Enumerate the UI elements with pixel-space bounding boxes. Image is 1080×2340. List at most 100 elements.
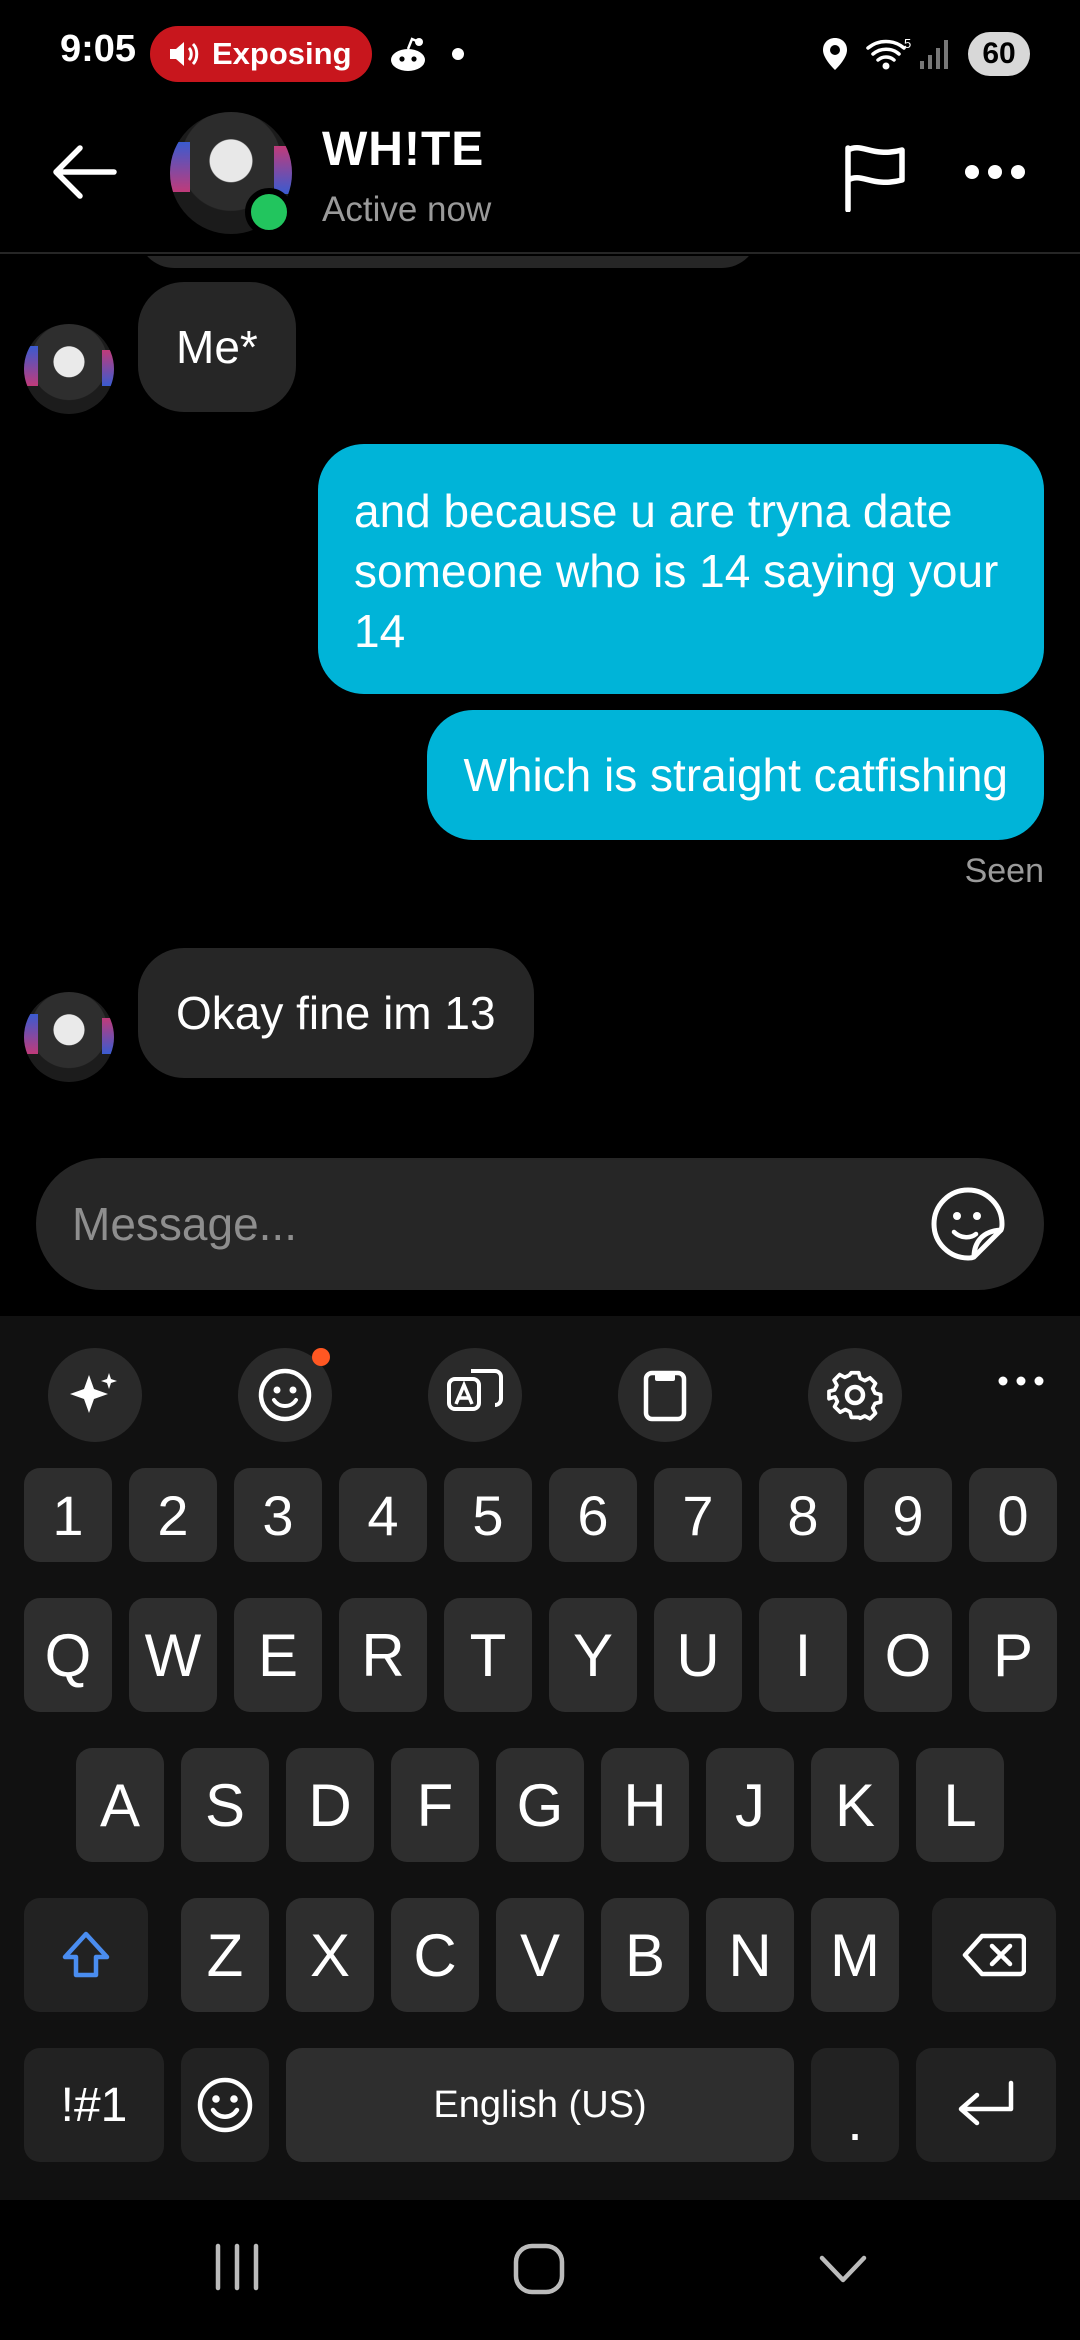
key-u[interactable]: U — [654, 1598, 742, 1712]
on-screen-keyboard: 1 2 3 4 5 6 7 8 9 0 Q W E R T Y U I O P … — [0, 1316, 1080, 2340]
chat-header: WH!TE Active now — [0, 104, 1080, 254]
key-r[interactable]: R — [339, 1598, 427, 1712]
key-q[interactable]: Q — [24, 1598, 112, 1712]
svg-text:5: 5 — [904, 36, 911, 51]
smiley-icon — [258, 1368, 312, 1422]
message-input[interactable] — [72, 1194, 892, 1254]
contact-status: Active now — [322, 190, 492, 229]
key-v[interactable]: V — [496, 1898, 584, 2012]
recent-apps-icon[interactable] — [212, 2242, 262, 2292]
shift-icon — [62, 1931, 110, 1978]
key-h[interactable]: H — [601, 1748, 689, 1862]
more-options-icon[interactable] — [964, 164, 1026, 180]
key-x[interactable]: X — [286, 1898, 374, 2012]
key-m[interactable]: M — [811, 1898, 899, 2012]
reddit-icon — [391, 37, 425, 71]
recording-label: Exposing — [212, 36, 352, 71]
key-c[interactable]: C — [391, 1898, 479, 2012]
key-j[interactable]: J — [706, 1748, 794, 1862]
recording-indicator[interactable]: Exposing — [150, 26, 372, 82]
message-text: and because u are tryna date someone who… — [354, 485, 999, 657]
key-7[interactable]: 7 — [654, 1468, 742, 1562]
translate-button[interactable] — [428, 1348, 522, 1442]
location-icon — [823, 38, 847, 70]
key-g[interactable]: G — [496, 1748, 584, 1862]
gear-icon — [827, 1370, 883, 1421]
key-b[interactable]: B — [601, 1898, 689, 2012]
key-i[interactable]: I — [759, 1598, 847, 1712]
key-f[interactable]: F — [391, 1748, 479, 1862]
battery-indicator: 60 — [968, 32, 1030, 76]
key-1[interactable]: 1 — [24, 1468, 112, 1562]
enter-key[interactable] — [916, 2048, 1056, 2162]
key-d[interactable]: D — [286, 1748, 374, 1862]
ai-tools-button[interactable] — [48, 1348, 142, 1442]
notification-dot — [452, 48, 464, 60]
more-tools-icon[interactable] — [998, 1376, 1044, 1386]
backspace-key[interactable] — [932, 1898, 1056, 2012]
key-y[interactable]: Y — [549, 1598, 637, 1712]
status-bar: 9:05 Exposing 5 60 — [0, 0, 1080, 104]
new-badge — [312, 1348, 330, 1366]
incoming-message-bubble[interactable]: Okay fine im 13 — [138, 948, 534, 1078]
key-k[interactable]: K — [811, 1748, 899, 1862]
message-text: Okay fine im 13 — [176, 987, 496, 1039]
sparkle-icon — [70, 1373, 117, 1413]
backspace-icon — [962, 1933, 1026, 1977]
emoji-key[interactable] — [181, 2048, 269, 2162]
key-t[interactable]: T — [444, 1598, 532, 1712]
key-z[interactable]: Z — [181, 1898, 269, 2012]
key-3[interactable]: 3 — [234, 1468, 322, 1562]
translate-icon — [447, 1369, 503, 1411]
status-icons: 5 60 — [820, 26, 1030, 82]
key-l[interactable]: L — [916, 1748, 1004, 1862]
space-key[interactable]: English (US) — [286, 2048, 794, 2162]
outgoing-message-bubble[interactable]: Which is straight catfishing — [427, 710, 1044, 840]
wifi-icon: 5 — [866, 36, 911, 70]
key-6[interactable]: 6 — [549, 1468, 637, 1562]
key-p[interactable]: P — [969, 1598, 1057, 1712]
incoming-message-bubble[interactable]: Me* — [138, 282, 296, 412]
signal-icon — [920, 40, 948, 69]
key-w[interactable]: W — [129, 1598, 217, 1712]
contact-name[interactable]: WH!TE — [322, 122, 484, 177]
previous-message-bubble — [138, 256, 758, 268]
enter-icon — [958, 2080, 1014, 2126]
key-4[interactable]: 4 — [339, 1468, 427, 1562]
key-e[interactable]: E — [234, 1598, 322, 1712]
sender-avatar[interactable] — [24, 992, 114, 1082]
keyboard-settings-button[interactable] — [808, 1348, 902, 1442]
shift-key[interactable] — [24, 1898, 148, 2012]
key-n[interactable]: N — [706, 1898, 794, 2012]
status-time: 9:05 — [60, 28, 137, 70]
home-icon[interactable] — [512, 2242, 566, 2296]
key-5[interactable]: 5 — [444, 1468, 532, 1562]
key-8[interactable]: 8 — [759, 1468, 847, 1562]
period-key[interactable]: . — [811, 2048, 899, 2162]
key-9[interactable]: 9 — [864, 1468, 952, 1562]
clipboard-button[interactable] — [618, 1348, 712, 1442]
message-list[interactable]: Me* and because u are tryna date someone… — [0, 256, 1080, 1146]
message-text: Me* — [176, 321, 258, 373]
hide-keyboard-icon[interactable] — [818, 2254, 868, 2284]
flag-icon[interactable] — [842, 142, 908, 212]
sender-avatar[interactable] — [24, 324, 114, 414]
message-text: Which is straight catfishing — [463, 749, 1008, 801]
key-2[interactable]: 2 — [129, 1468, 217, 1562]
system-navigation-bar — [0, 2200, 1080, 2340]
key-0[interactable]: 0 — [969, 1468, 1057, 1562]
back-arrow-icon[interactable] — [52, 144, 118, 200]
key-a[interactable]: A — [76, 1748, 164, 1862]
symbols-key[interactable]: !#1 — [24, 2048, 164, 2162]
message-composer — [36, 1158, 1044, 1290]
smiley-icon — [197, 2077, 253, 2133]
key-o[interactable]: O — [864, 1598, 952, 1712]
online-indicator — [245, 188, 293, 236]
keyboard-toolbar — [0, 1316, 1080, 1446]
key-s[interactable]: S — [181, 1748, 269, 1862]
emoji-toolbar-button[interactable] — [238, 1348, 332, 1442]
sticker-icon[interactable] — [930, 1186, 1006, 1262]
clipboard-icon — [643, 1370, 687, 1422]
speaker-icon — [170, 42, 199, 66]
outgoing-message-bubble[interactable]: and because u are tryna date someone who… — [318, 444, 1044, 694]
